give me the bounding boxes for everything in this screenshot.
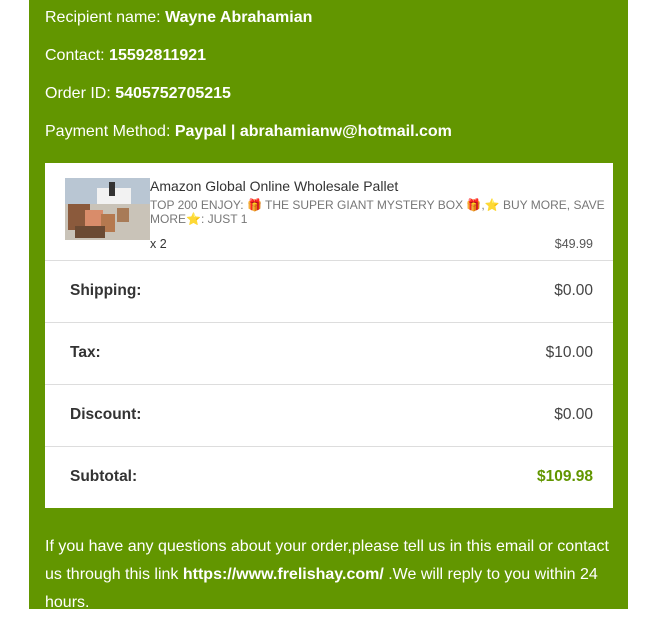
order-id-value: 5405752705215 [115,85,231,102]
order-summary-card: Amazon Global Online Wholesale Pallet TO… [45,163,613,508]
contact-label: Contact: [45,47,105,64]
recipient-name: Wayne Abrahamian [165,9,313,26]
product-price: $49.99 [554,237,593,251]
product-name[interactable]: Amazon Global Online Wholesale Pallet [150,178,398,194]
contact-line: Contact: 15592811921 [45,46,206,66]
gift-icon: 🎁 [246,198,262,212]
shipping-label: Shipping: [70,282,142,299]
support-message: If you have any questions about your ord… [45,533,620,617]
variant-text-4: : JUST 1 [200,212,248,226]
shipping-value: $0.00 [554,282,593,299]
recipient-label: Recipient name: [45,9,161,26]
order-id-label: Order ID: [45,85,111,102]
product-thumbnail[interactable] [65,178,150,240]
variant-text-2: THE SUPER GIANT MYSTERY BOX [265,198,464,212]
discount-label: Discount: [70,406,142,423]
support-link[interactable]: https://www.frelishay.com/ [183,566,384,583]
contact-value: 15592811921 [109,47,207,64]
payment-value: Paypal | abrahamianw@hotmail.com [174,123,452,140]
tax-row: Tax: $10.00 [45,322,613,384]
variant-text-1: TOP 200 ENJOY: [150,198,244,212]
star-icon: ⭐ [186,212,201,226]
discount-row: Discount: $0.00 [45,384,613,446]
order-confirmation-panel: Recipient name: Wayne Abrahamian Contact… [29,0,628,611]
subtotal-label: Subtotal: [70,468,138,485]
payment-label: Payment Method: [45,123,171,140]
star-icon: ⭐ [484,198,500,212]
gift-icon: 🎁 [466,198,482,212]
tax-value: $10.00 [545,344,593,361]
payment-line: Payment Method: Paypal | abrahamianw@hot… [45,122,452,142]
subtotal-value: $109.98 [536,468,593,485]
tax-label: Tax: [70,344,101,361]
shipping-row: Shipping: $0.00 [45,260,613,322]
subtotal-row: Subtotal: $109.98 [45,446,613,508]
recipient-line: Recipient name: Wayne Abrahamian [45,8,312,28]
discount-value: $0.00 [554,406,593,423]
order-id-line: Order ID: 5405752705215 [45,84,231,104]
product-quantity: x 2 [150,237,167,251]
product-variant: TOP 200 ENJOY: 🎁 THE SUPER GIANT MYSTERY… [150,198,605,226]
